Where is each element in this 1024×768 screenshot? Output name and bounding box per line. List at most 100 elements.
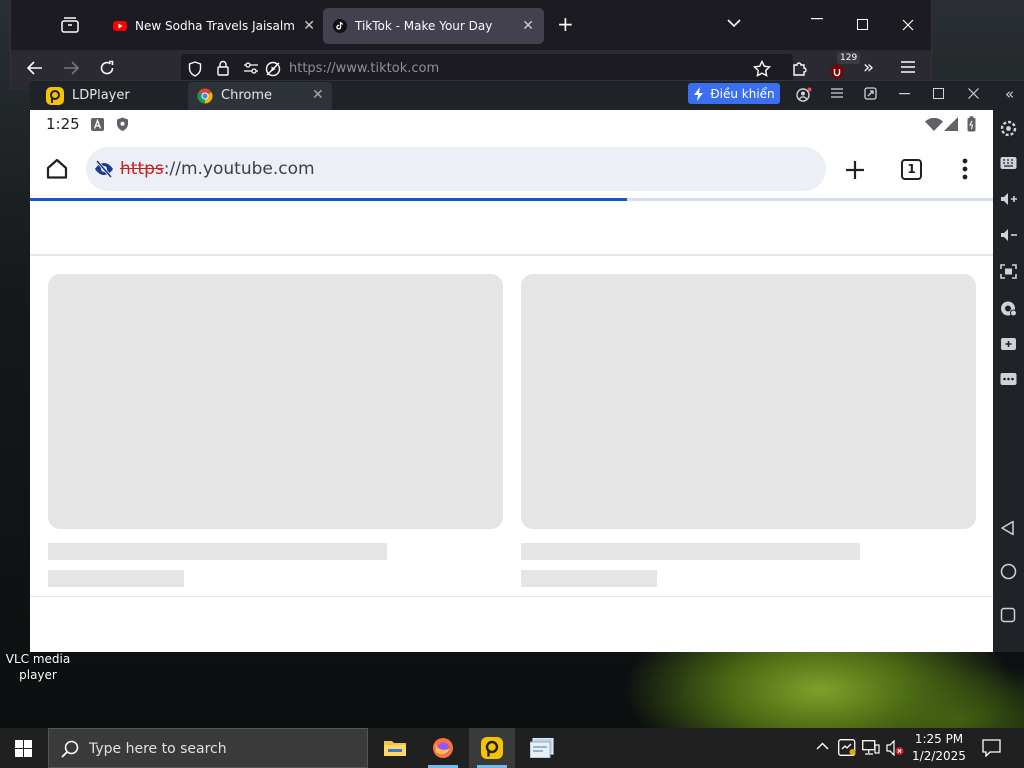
clock-time: 1:25 PM <box>914 732 964 746</box>
notification-a-icon <box>91 118 104 131</box>
ldplayer-window: LDPlayer Chrome ✕ Điều khiển « 1:25 http… <box>30 80 1024 652</box>
new-tab-plus-icon[interactable] <box>845 160 865 180</box>
skeleton-meta-line <box>521 570 657 587</box>
maximize-window-icon[interactable] <box>933 88 944 99</box>
autoplay-blocked-icon[interactable] <box>265 61 281 77</box>
url-rest: ://m.youtube.com <box>163 159 315 179</box>
lock-icon[interactable] <box>217 60 229 76</box>
firefox-tab-bar: New Sodha Travels Jaisalmer To ✕ TikTok … <box>11 0 931 50</box>
taskbar-ldplayer[interactable] <box>469 728 515 768</box>
ublock-extension-icon[interactable] <box>829 64 845 80</box>
chrome-logo-icon <box>197 88 213 104</box>
overflow-chevrons-icon[interactable]: » <box>863 59 874 77</box>
omnibox-url[interactable]: https://m.youtube.com <box>120 159 315 179</box>
extension-badge: 129 <box>837 52 861 64</box>
new-tab-plus-icon[interactable]: + <box>557 14 574 34</box>
windows-taskbar: Type here to search 1:25 PM 1/2/2025 <box>0 728 1024 768</box>
minimize-window-icon[interactable] <box>811 18 823 20</box>
lightning-icon <box>694 86 704 101</box>
firefox-window: New Sodha Travels Jaisalmer To ✕ TikTok … <box>10 0 932 90</box>
more-tools-icon[interactable] <box>1000 372 1017 389</box>
skeleton-title-line <box>48 543 387 560</box>
progress-fill <box>30 198 628 201</box>
keyboard-mapping-icon[interactable] <box>1000 156 1017 173</box>
firefox-tab-sodha-travels[interactable]: New Sodha Travels Jaisalmer To ✕ <box>103 8 325 44</box>
ldplayer-title-bar: LDPlayer Chrome ✕ Điều khiển « <box>30 80 1024 111</box>
forward-arrow-icon[interactable] <box>63 61 79 75</box>
record-icon[interactable] <box>1000 300 1017 317</box>
volume-up-icon[interactable] <box>1000 192 1017 209</box>
collapse-sidebar-icon[interactable]: « <box>1005 86 1014 102</box>
content-divider <box>30 596 993 597</box>
close-tab-icon[interactable]: ✕ <box>312 87 324 103</box>
more-options-icon[interactable] <box>962 158 968 180</box>
url-scheme: https <box>120 159 164 179</box>
chevron-down-icon[interactable] <box>727 18 741 28</box>
chrome-toolbar: https://m.youtube.com 1 <box>30 146 993 196</box>
settings-gear-icon[interactable] <box>1000 120 1017 137</box>
firefox-logo-icon <box>433 738 453 758</box>
ldplayer-control-button[interactable]: Điều khiển <box>688 83 780 104</box>
search-icon <box>61 740 79 758</box>
wifi-signal-icon <box>925 118 943 131</box>
status-time: 1:25 <box>46 115 80 133</box>
close-tab-icon[interactable]: ✕ <box>303 18 315 34</box>
windows-start-icon[interactable] <box>15 740 32 757</box>
youtube-favicon-icon <box>113 21 127 31</box>
volume-muted-icon[interactable] <box>886 740 904 756</box>
meet-now-icon[interactable] <box>838 739 856 756</box>
vlc-desktop-icon-label-line2[interactable]: player <box>4 667 72 683</box>
tracking-protection-shield-icon[interactable] <box>188 61 202 77</box>
ldplayer-side-toolbar <box>993 110 1024 652</box>
restore-view-icon[interactable] <box>864 87 877 100</box>
ldplayer-logo-icon <box>481 737 503 759</box>
account-icon[interactable] <box>796 87 812 103</box>
menu-icon[interactable] <box>831 87 843 99</box>
tiktok-favicon-icon <box>333 19 347 33</box>
firefox-tab-label: TikTok - Make Your Day <box>355 19 493 33</box>
android-recents-icon[interactable] <box>1000 607 1017 624</box>
taskbar-app-window[interactable] <box>518 728 564 768</box>
extensions-puzzle-icon[interactable] <box>792 60 808 76</box>
play-protect-shield-icon <box>116 117 129 132</box>
ldplayer-tab-label: Chrome <box>221 88 272 103</box>
close-tab-icon[interactable]: ✕ <box>522 18 534 34</box>
notification-center-icon[interactable] <box>982 739 1001 757</box>
skeleton-title-line <box>521 543 860 560</box>
reload-icon[interactable] <box>99 60 115 76</box>
android-home-icon[interactable] <box>1000 563 1017 580</box>
firefox-tab-tiktok[interactable]: TikTok - Make Your Day ✕ <box>323 8 544 44</box>
taskbar-file-explorer[interactable] <box>372 728 418 768</box>
header-divider <box>30 254 993 256</box>
firefox-url-text[interactable]: https://www.tiktok.com <box>289 61 439 76</box>
chevron-up-icon[interactable] <box>816 742 829 750</box>
minimize-window-icon[interactable] <box>899 93 910 95</box>
app-window-icon <box>530 738 554 758</box>
firefox-tab-label: New Sodha Travels Jaisalmer To <box>135 19 295 33</box>
tab-count: 1 <box>907 162 916 176</box>
clock-date: 1/2/2025 <box>912 749 966 763</box>
chrome-omnibox[interactable]: https://m.youtube.com <box>86 147 826 191</box>
incognito-eye-slash-icon[interactable] <box>94 160 114 178</box>
multi-instance-icon[interactable] <box>1000 336 1017 353</box>
network-icon[interactable] <box>862 740 880 756</box>
list-all-tabs-icon[interactable] <box>61 17 79 33</box>
close-window-icon[interactable] <box>968 88 979 99</box>
skeleton-video-thumbnail <box>521 274 976 529</box>
permissions-sliders-icon[interactable] <box>243 62 259 74</box>
ldplayer-tab-chrome[interactable]: Chrome ✕ <box>188 82 332 111</box>
close-window-icon[interactable] <box>902 19 914 31</box>
tab-switcher-button[interactable]: 1 <box>901 159 922 180</box>
taskbar-search-box[interactable]: Type here to search <box>48 728 368 768</box>
vlc-desktop-icon-label-line1[interactable]: VLC media <box>4 651 72 667</box>
bookmark-star-icon[interactable] <box>753 60 771 77</box>
maximize-window-icon[interactable] <box>857 19 868 30</box>
back-arrow-icon[interactable] <box>27 61 43 75</box>
hamburger-menu-icon[interactable] <box>901 61 915 73</box>
android-back-icon[interactable] <box>1000 520 1017 537</box>
screenshot-icon[interactable] <box>1000 264 1017 281</box>
taskbar-firefox[interactable] <box>420 728 466 768</box>
volume-down-icon[interactable] <box>1000 228 1017 245</box>
taskbar-clock[interactable]: 1:25 PM 1/2/2025 <box>908 731 970 765</box>
home-icon[interactable] <box>46 158 68 179</box>
